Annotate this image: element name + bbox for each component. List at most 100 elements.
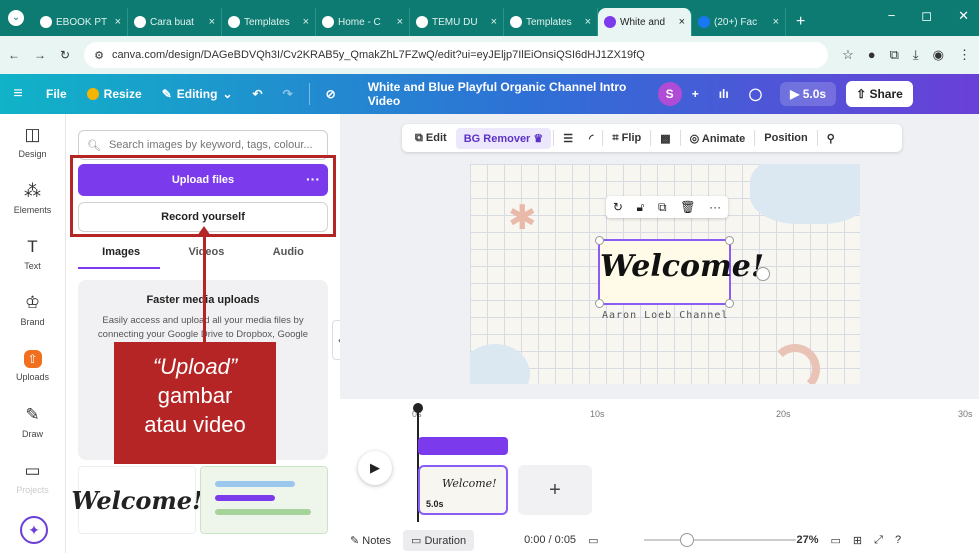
rail-item-draw[interactable]: ✎ Draw <box>0 394 65 450</box>
extension-icon[interactable]: ● <box>868 47 876 63</box>
browser-tab[interactable]: Templates × <box>222 8 316 36</box>
close-tab-icon[interactable]: × <box>397 16 403 28</box>
file-menu[interactable]: File <box>36 87 77 101</box>
bookmark-star-icon[interactable]: ☆ <box>842 47 854 63</box>
browser-tab[interactable]: TEMU DU × <box>410 8 504 36</box>
audio-track[interactable] <box>418 437 508 455</box>
avatar[interactable]: S <box>657 82 682 106</box>
media-thumbnail[interactable]: Welcome! <box>71 466 203 534</box>
crown-icon: ♛ <box>533 132 544 145</box>
present-button[interactable]: ▶ 5.0s <box>780 82 837 106</box>
close-tab-icon[interactable]: × <box>679 16 685 28</box>
fullscreen-icon[interactable]: ⤢ <box>874 534 883 547</box>
lines-icon[interactable]: ☰ <box>556 132 580 145</box>
play-button[interactable]: ▶ <box>358 451 392 485</box>
zoom-slider[interactable] <box>644 539 796 541</box>
add-page-button[interactable]: + <box>518 465 592 515</box>
editor-footer: ✎ Notes ▭ Duration 0:00 / 0:05 ▭ 27% ▭ ⊞… <box>340 527 979 553</box>
close-tab-icon[interactable]: × <box>209 16 215 28</box>
page-view-icon[interactable]: ▭ <box>831 534 841 547</box>
tab-search-icon[interactable]: ⌄ <box>8 10 24 26</box>
cloud-saved-icon[interactable]: ⊘ <box>316 87 346 101</box>
edit-image-button[interactable]: ⧉ Edit <box>408 132 454 145</box>
close-tab-icon[interactable]: × <box>303 16 309 28</box>
delete-icon[interactable]: 🗑︎ <box>680 200 695 214</box>
animate-button[interactable]: ◎ Animate <box>683 132 753 145</box>
duration-button[interactable]: ▭ Duration <box>403 529 475 551</box>
new-tab-button[interactable]: + <box>786 8 815 36</box>
resize-handle[interactable] <box>725 299 734 308</box>
transparency-icon[interactable]: ▩ <box>653 132 677 145</box>
comments-icon[interactable]: ◯ <box>739 87 772 101</box>
magic-sparkle-button[interactable]: ✦ <box>20 516 48 544</box>
position-button[interactable]: Position <box>757 132 814 144</box>
resize-button[interactable]: Resize <box>77 87 152 101</box>
url-field[interactable]: ⚙ canva.com/design/DAGeBDVQh3I/Cv2KRAB5y… <box>84 42 829 68</box>
minimize-icon[interactable]: − <box>888 8 896 24</box>
share-button[interactable]: ⇧ Share <box>846 81 913 107</box>
insights-icon[interactable]: ılı <box>709 87 739 101</box>
corner-icon[interactable]: ◜ <box>582 132 600 145</box>
monitor-icon[interactable]: ▭ <box>588 534 598 547</box>
browser-tab[interactable]: Cara buat × <box>128 8 222 36</box>
search-input[interactable] <box>108 139 319 151</box>
download-icon[interactable]: ⤓ <box>913 47 919 63</box>
back-icon[interactable]: ← <box>8 48 20 62</box>
bg-remover-button[interactable]: BG Remover ♛ <box>455 127 552 149</box>
playhead-handle[interactable] <box>413 403 423 413</box>
browser-tab[interactable]: Home - C × <box>316 8 410 36</box>
rail-item-elements[interactable]: ⁂ Elements <box>0 170 65 226</box>
more-icon[interactable]: ··· <box>709 200 721 214</box>
zoom-slider-knob[interactable] <box>680 533 694 547</box>
resize-handle[interactable] <box>725 236 734 245</box>
lock-icon[interactable]: 🔓︎ <box>637 200 645 215</box>
close-tab-icon[interactable]: × <box>115 16 121 28</box>
flip-button[interactable]: ⌗ Flip <box>605 132 648 145</box>
rotate-handle-icon[interactable] <box>756 267 770 281</box>
tab-images[interactable]: Images <box>102 246 140 268</box>
resize-handle[interactable] <box>595 236 604 245</box>
browser-tab[interactable]: Templates × <box>504 8 598 36</box>
document-title[interactable]: White and Blue Playful Organic Channel I… <box>368 80 658 108</box>
close-tab-icon[interactable]: × <box>491 16 497 28</box>
element-toolbar: ↻ 🔓︎ ⧉ 🗑︎ ··· <box>606 196 728 218</box>
rail-item-projects[interactable]: ▭ Projects <box>0 450 65 506</box>
maximize-icon[interactable]: ◻ <box>921 8 932 24</box>
tab-audio[interactable]: Audio <box>273 246 304 268</box>
site-settings-icon[interactable]: ⚙ <box>94 49 104 62</box>
help-icon[interactable]: ? <box>895 534 901 546</box>
browser-tab[interactable]: (20+) Fac × <box>692 8 786 36</box>
redo-button[interactable]: ↷ <box>273 87 303 101</box>
add-collaborator-icon[interactable]: + <box>682 87 709 101</box>
profile-icon[interactable]: ◉ <box>933 47 944 63</box>
page-clip[interactable]: Welcome! 5.0s <box>418 465 508 515</box>
close-window-icon[interactable]: ✕ <box>958 8 969 24</box>
grid-view-icon[interactable]: ⊞ <box>853 534 862 547</box>
rotate-icon[interactable]: ↻ <box>613 200 623 214</box>
rail-item-design[interactable]: ◫ Design <box>0 114 65 170</box>
selected-element[interactable]: Welcome! <box>595 236 764 308</box>
reload-icon[interactable]: ↻ <box>60 48 70 62</box>
editing-mode-button[interactable]: ✎ Editing ⌄ <box>152 87 243 101</box>
browser-tab-active[interactable]: White and × <box>598 8 692 36</box>
media-thumbnail[interactable] <box>200 466 328 534</box>
puzzle-icon[interactable]: ⧉ <box>890 47 899 63</box>
paint-format-icon[interactable]: ⚲ <box>820 132 842 145</box>
undo-button[interactable]: ↶ <box>243 87 273 101</box>
close-tab-icon[interactable]: × <box>773 16 779 28</box>
browser-tab[interactable]: EBOOK PT × <box>34 8 128 36</box>
rail-item-uploads[interactable]: ⇧ Uploads <box>0 338 65 394</box>
rail-item-brand[interactable]: ♔ Brand <box>0 282 65 338</box>
duplicate-icon[interactable]: ⧉ <box>658 200 667 215</box>
annotation-callout: “Upload” gambar atau video <box>114 342 276 464</box>
hamburger-icon[interactable]: ≡ <box>0 85 36 103</box>
menu-dots-icon[interactable]: ⋮ <box>958 47 971 63</box>
forward-icon[interactable]: → <box>34 48 46 62</box>
rail-item-text[interactable]: T Text <box>0 226 65 282</box>
resize-handle[interactable] <box>595 299 604 308</box>
notes-button[interactable]: ✎ Notes <box>350 534 391 547</box>
close-tab-icon[interactable]: × <box>585 16 591 28</box>
tab-videos[interactable]: Videos <box>188 246 224 268</box>
welcome-text[interactable]: Welcome! <box>600 249 764 284</box>
channel-subtitle[interactable]: Aaron Loeb Channel <box>602 310 728 321</box>
